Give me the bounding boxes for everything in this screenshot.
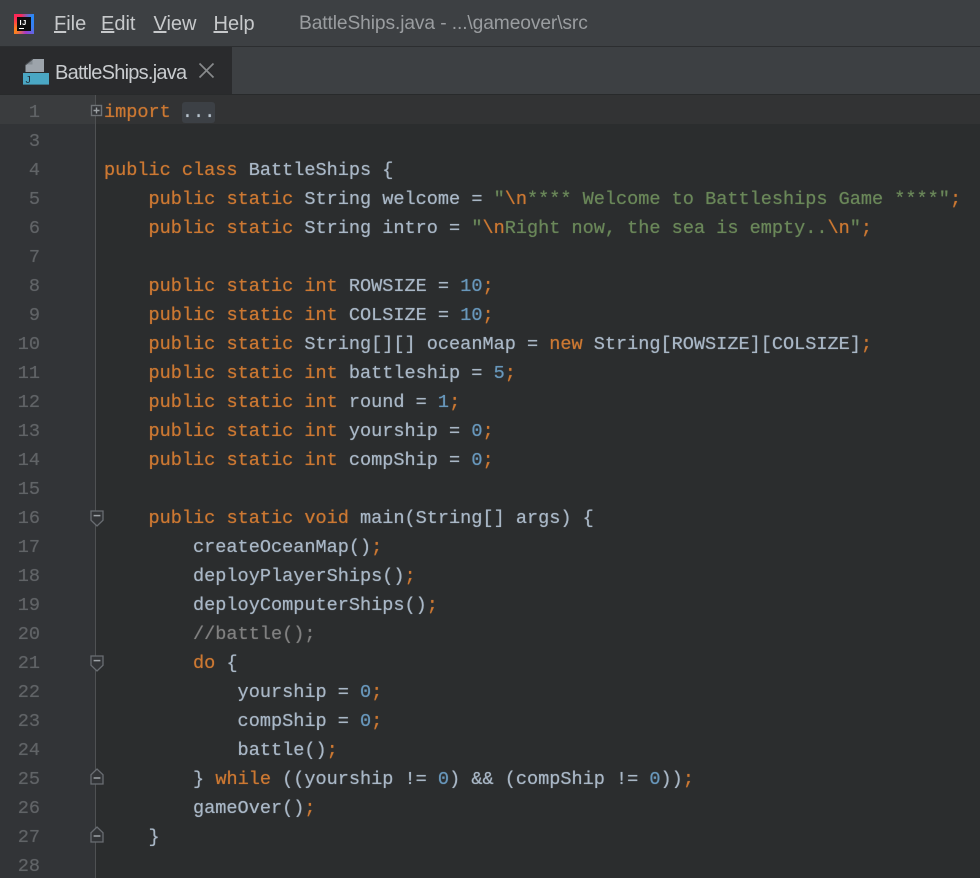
svg-text:J: J	[26, 74, 31, 85]
